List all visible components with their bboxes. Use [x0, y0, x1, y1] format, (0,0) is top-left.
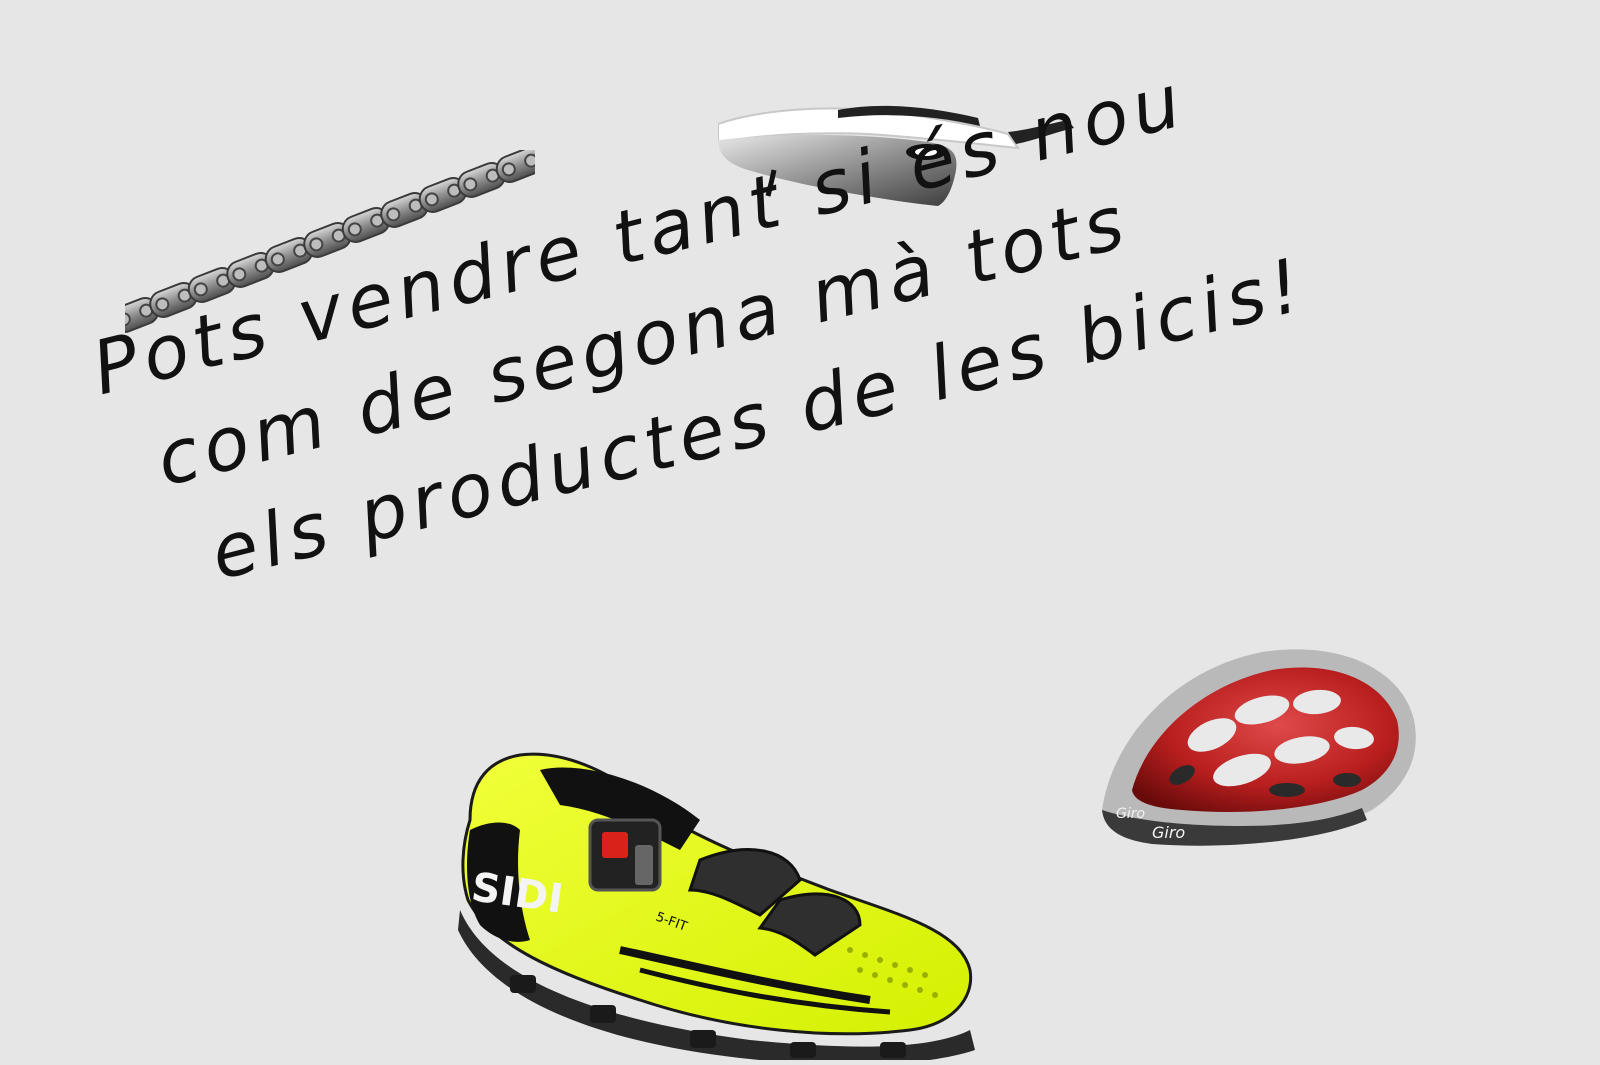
cycling-helmet-icon: Giro Giro: [1102, 649, 1416, 846]
helmet-brand-label-2: Giro: [1152, 823, 1185, 842]
cycling-shoe-icon: SIDI 5-FIT: [458, 752, 975, 1060]
promo-canvas: Pots vendre tant si és nou com de segona…: [0, 0, 1600, 1065]
helmet-brand-label: Giro: [1116, 806, 1145, 822]
